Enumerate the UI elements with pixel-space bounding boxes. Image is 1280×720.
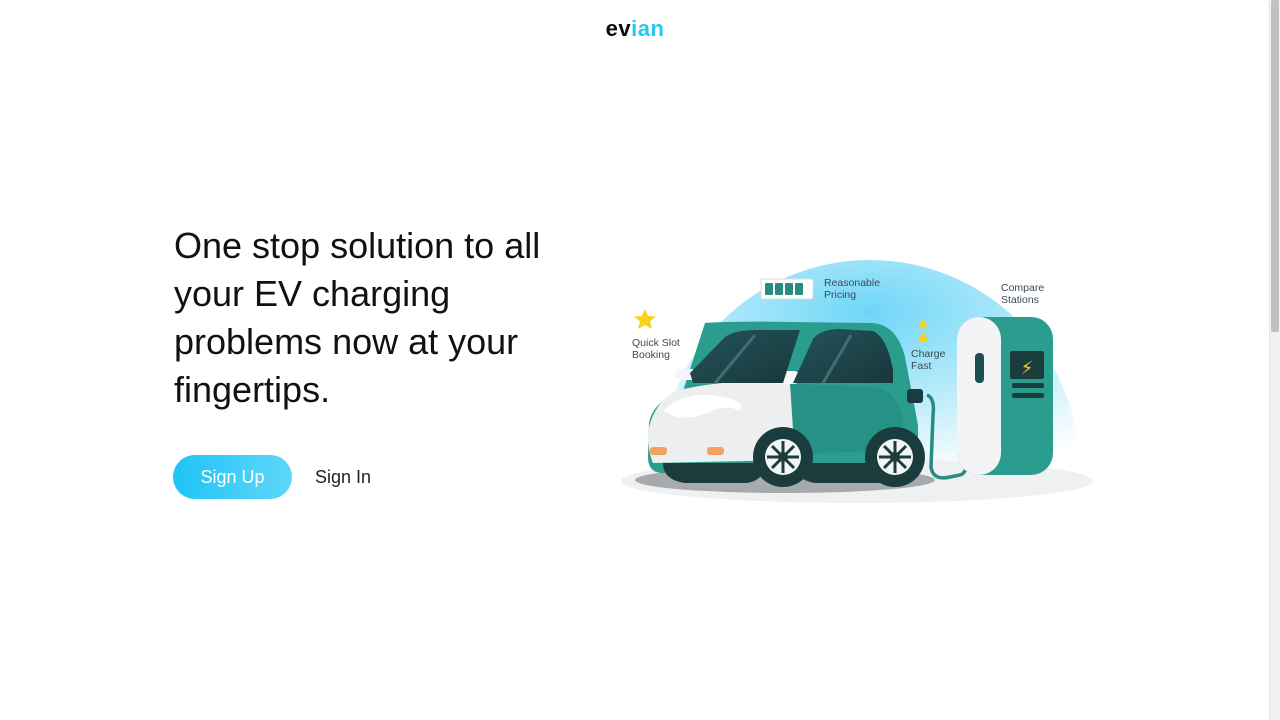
page-scrollbar[interactable] [1269, 0, 1280, 720]
feature-label-compare: Compare [1001, 282, 1044, 294]
lightning-icon: ⚡ [1021, 358, 1034, 378]
brand-logo-part1: ev [605, 16, 632, 41]
feature-label-pricing: Reasonable [824, 277, 880, 289]
feature-label-compare-2: Stations [1001, 294, 1039, 306]
feature-label-charge-fast-2: Fast [911, 360, 932, 372]
scrollbar-thumb[interactable] [1271, 0, 1279, 332]
battery-icon [760, 278, 814, 300]
feature-label-quick-slot-2: Booking [632, 349, 670, 361]
front-wheel [753, 427, 813, 487]
brand-logo-part2: ian [631, 16, 665, 41]
feature-label-quick-slot: Quick Slot [632, 337, 680, 349]
hero-headline: One stop solution to all your EV chargin… [174, 225, 541, 410]
sign-in-button[interactable]: Sign In [304, 455, 382, 499]
star-icon [634, 309, 656, 329]
brand-logo[interactable]: evian [0, 16, 1270, 42]
charging-station: ⚡ [957, 317, 1053, 475]
sign-up-button[interactable]: Sign Up [173, 455, 292, 499]
feature-label-pricing-2: Pricing [824, 289, 856, 301]
rear-wheel [865, 427, 925, 487]
ev-charging-illustration: Quick Slot Booking Reasonable Pricing Ch… [621, 260, 1093, 503]
feature-label-charge-fast: Charge [911, 348, 946, 360]
